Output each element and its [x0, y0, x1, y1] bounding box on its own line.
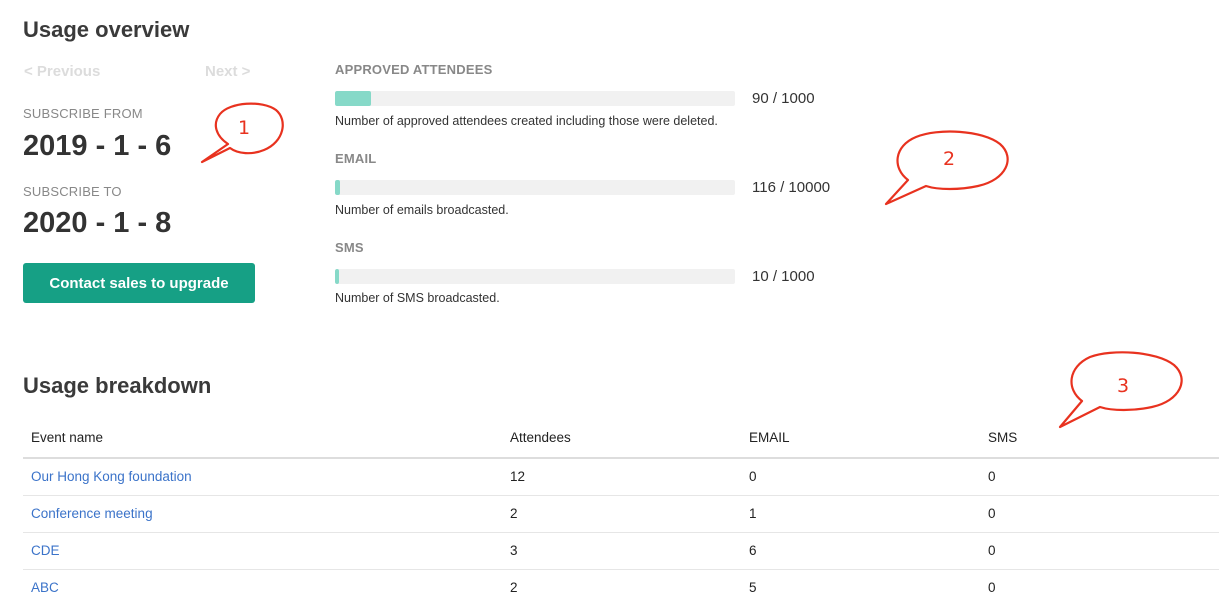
approved-attendees-bar-fill [335, 91, 371, 106]
email-bar-fill [335, 180, 340, 195]
annotation-number-2: 2 [943, 148, 956, 170]
column-header-email: EMAIL [741, 418, 980, 459]
email-cell: 1 [741, 495, 980, 533]
column-header-sms: SMS [980, 418, 1219, 459]
email-cell: 6 [741, 532, 980, 570]
attendees-cell: 12 [502, 458, 741, 496]
attendees-cell: 2 [502, 495, 741, 533]
sms-value: 10 / 1000 [752, 268, 815, 285]
sms-description: Number of SMS broadcasted. [335, 291, 500, 305]
attendees-cell: 2 [502, 569, 741, 606]
email-description: Number of emails broadcasted. [335, 203, 509, 217]
approved-attendees-title: APPROVED ATTENDEES [335, 62, 493, 77]
annotation-callout-2: 2 [882, 128, 1014, 210]
event-link[interactable]: Our Hong Kong foundation [31, 469, 192, 484]
sms-cell: 0 [980, 532, 1219, 570]
subscribe-from-date: 2019 - 1 - 6 [23, 130, 172, 162]
sms-cell: 0 [980, 458, 1219, 496]
sms-cell: 0 [980, 495, 1219, 533]
approved-attendees-bar [335, 91, 735, 106]
next-link[interactable]: Next > [205, 63, 250, 80]
event-link[interactable]: Conference meeting [31, 506, 153, 521]
table-row: Conference meeting 2 1 0 [23, 495, 1219, 533]
sms-title: SMS [335, 240, 364, 255]
email-bar [335, 180, 735, 195]
column-header-attendees: Attendees [502, 418, 741, 459]
email-value: 116 / 10000 [752, 179, 831, 196]
attendees-cell: 3 [502, 532, 741, 570]
annotation-callout-1: 1 [198, 100, 288, 166]
sms-bar [335, 269, 735, 284]
annotation-number-1: 1 [238, 117, 251, 139]
usage-overview-heading: Usage overview [23, 17, 190, 42]
table-row: CDE 3 6 0 [23, 532, 1219, 570]
subscribe-from-label: SUBSCRIBE FROM [23, 106, 143, 121]
email-title: EMAIL [335, 151, 377, 166]
subscribe-to-date: 2020 - 1 - 8 [23, 207, 172, 239]
annotation-number-3: 3 [1117, 375, 1130, 397]
usage-breakdown-table: Event name Attendees EMAIL SMS Our Hong … [23, 418, 1219, 606]
table-row: Our Hong Kong foundation 12 0 0 [23, 458, 1219, 496]
previous-link[interactable]: < Previous [24, 63, 100, 80]
event-link[interactable]: CDE [31, 543, 60, 558]
event-link[interactable]: ABC [31, 580, 59, 595]
usage-breakdown-heading: Usage breakdown [23, 373, 212, 398]
subscribe-to-label: SUBSCRIBE TO [23, 184, 122, 199]
sms-bar-fill [335, 269, 339, 284]
approved-attendees-value: 90 / 1000 [752, 90, 815, 107]
email-cell: 5 [741, 569, 980, 606]
sms-cell: 0 [980, 569, 1219, 606]
table-row: ABC 2 5 0 [23, 569, 1219, 606]
approved-attendees-description: Number of approved attendees created inc… [335, 114, 718, 128]
contact-sales-button[interactable]: Contact sales to upgrade [23, 263, 255, 303]
table-header-row: Event name Attendees EMAIL SMS [23, 418, 1219, 459]
column-header-event-name: Event name [23, 418, 502, 459]
email-cell: 0 [741, 458, 980, 496]
